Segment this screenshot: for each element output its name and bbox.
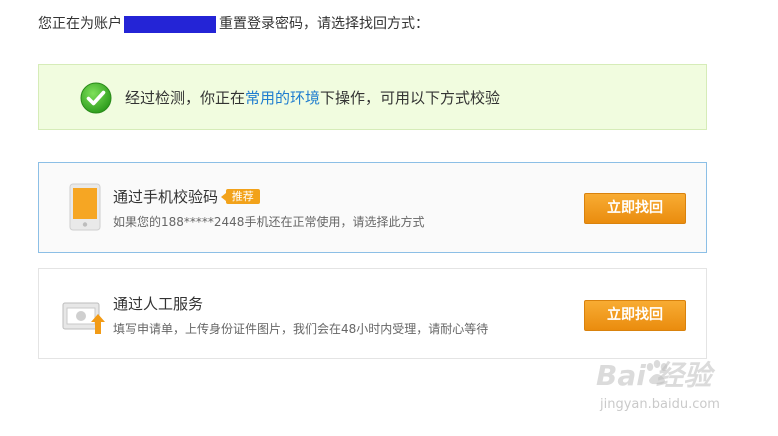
option-title: 通过手机校验码 推荐 (113, 187, 260, 207)
phone-icon (69, 183, 101, 231)
check-circle-icon (80, 82, 112, 114)
option-description: 如果您的188*****2448手机还在正常使用，请选择此方式 (113, 215, 425, 229)
option-description: 填写申请单，上传身份证件图片，我们会在48小时内受理，请耐心等待 (113, 322, 489, 336)
prompt-prefix: 您正在为账户 (38, 16, 122, 32)
reset-password-prompt: 您正在为账户 重置登录密码，请选择找回方式： (38, 14, 429, 34)
recover-via-manual-service-button[interactable]: 立即找回 (584, 300, 686, 331)
prompt-suffix: 重置登录密码，请选择找回方式： (219, 16, 429, 32)
notice-highlight: 常用的环境 (245, 89, 321, 107)
notice-text: 经过检测，你正在常用的环境下操作，可用以下方式校验 (125, 87, 500, 109)
environment-notice: 经过检测，你正在常用的环境下操作，可用以下方式校验 (38, 64, 707, 130)
baidu-jingyan-watermark: Bai 经验 jingyan.baidu.com (590, 352, 740, 422)
account-redacted (124, 15, 216, 33)
option-manual-service[interactable]: 通过人工服务 填写申请单，上传身份证件图片，我们会在48小时内受理，请耐心等待 … (38, 268, 707, 359)
notice-text-after: 下操作，可用以下方式校验 (320, 89, 501, 107)
recommended-badge: 推荐 (220, 189, 260, 204)
recover-via-phone-button[interactable]: 立即找回 (584, 193, 686, 224)
watermark-url: jingyan.baidu.com (600, 397, 720, 412)
page: 您正在为账户 重置登录密码，请选择找回方式： 经过检测，你正在常用的环境下操作，… (0, 0, 778, 436)
option-title-text: 通过手机校验码 (113, 188, 219, 206)
option-title-text: 通过人工服务 (113, 295, 204, 313)
paw-icon (646, 360, 668, 385)
notice-text-before: 经过检测，你正在 (125, 89, 246, 107)
id-upload-icon (62, 302, 105, 334)
option-phone-verification[interactable]: 通过手机校验码 推荐 如果您的188*****2448手机还在正常使用，请选择此… (38, 162, 707, 253)
